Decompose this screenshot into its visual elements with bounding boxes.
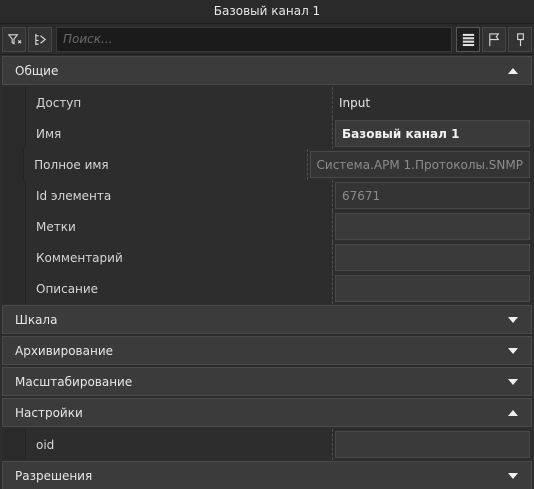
collapse-tree-button[interactable] (28, 26, 52, 52)
filter-icon (7, 33, 21, 45)
filter-button[interactable] (2, 26, 26, 52)
section-scale-label: Шкала (15, 312, 58, 327)
property-value-oid[interactable] (335, 431, 530, 458)
property-name: Метки (26, 211, 333, 242)
property-name: oid (26, 429, 333, 460)
property-value-name[interactable]: Базовый канал 1 (335, 120, 530, 147)
property-value-full-name: Система.APM 1.Протоколы.SNMP (309, 151, 530, 178)
property-row-description: Описание (2, 273, 532, 304)
property-value-access: Input (339, 95, 371, 110)
section-settings-rows: oid (2, 429, 532, 460)
property-row-full-name: Полное имя Система.APM 1.Протоколы.SNMP (2, 149, 532, 180)
section-settings-header[interactable]: Настройки (2, 398, 532, 427)
property-row-tags: Метки (2, 211, 532, 242)
property-name: Описание (26, 273, 333, 304)
chevron-down-icon (507, 472, 519, 480)
property-value-comment[interactable] (335, 244, 530, 271)
section-scale-header[interactable]: Шкала (2, 305, 532, 334)
property-value-description[interactable] (335, 275, 530, 302)
toolbar (0, 24, 534, 55)
property-row-access: Доступ Input (2, 87, 532, 118)
property-name: Id элемента (26, 180, 333, 211)
property-row-comment: Комментарий (2, 242, 532, 273)
properties-window: Базовый канал 1 Поиск... Общие Доступ In… (0, 0, 534, 489)
property-value-element-id: 67671 (335, 182, 530, 209)
property-name: Комментарий (26, 242, 333, 273)
section-general-label: Общие (15, 63, 59, 78)
section-general-header[interactable]: Общие (2, 56, 532, 85)
search-input[interactable] (56, 26, 452, 52)
list-view-button[interactable] (456, 26, 480, 52)
property-value-tags[interactable] (335, 213, 530, 240)
chevron-down-icon (507, 378, 519, 386)
pin-button[interactable] (508, 26, 532, 52)
list-view-icon (462, 33, 474, 46)
section-scaling-label: Масштабирование (15, 374, 133, 389)
section-archiving-header[interactable]: Архивирование (2, 336, 532, 365)
section-permissions-header[interactable]: Разрешения (2, 461, 532, 489)
property-name: Полное имя (24, 149, 308, 180)
chevron-up-icon (507, 67, 519, 75)
window-title: Базовый канал 1 (0, 0, 534, 24)
property-row-element-id: Id элемента 67671 (2, 180, 532, 211)
section-general-rows: Доступ Input Имя Базовый канал 1 Полное … (2, 87, 532, 304)
section-archiving-label: Архивирование (15, 343, 114, 358)
chevron-up-icon (507, 409, 519, 417)
property-row-name: Имя Базовый канал 1 (2, 118, 532, 149)
section-permissions-label: Разрешения (15, 468, 93, 483)
property-name: Доступ (26, 87, 333, 118)
pin-icon (516, 32, 524, 46)
flag-button[interactable] (482, 26, 506, 52)
property-row-oid: oid (2, 429, 532, 460)
flag-icon (488, 32, 499, 46)
chevron-down-icon (507, 316, 519, 324)
section-scaling-header[interactable]: Масштабирование (2, 367, 532, 396)
collapse-tree-icon (34, 33, 46, 45)
chevron-down-icon (507, 347, 519, 355)
section-settings-label: Настройки (15, 405, 83, 420)
property-name: Имя (26, 118, 333, 149)
